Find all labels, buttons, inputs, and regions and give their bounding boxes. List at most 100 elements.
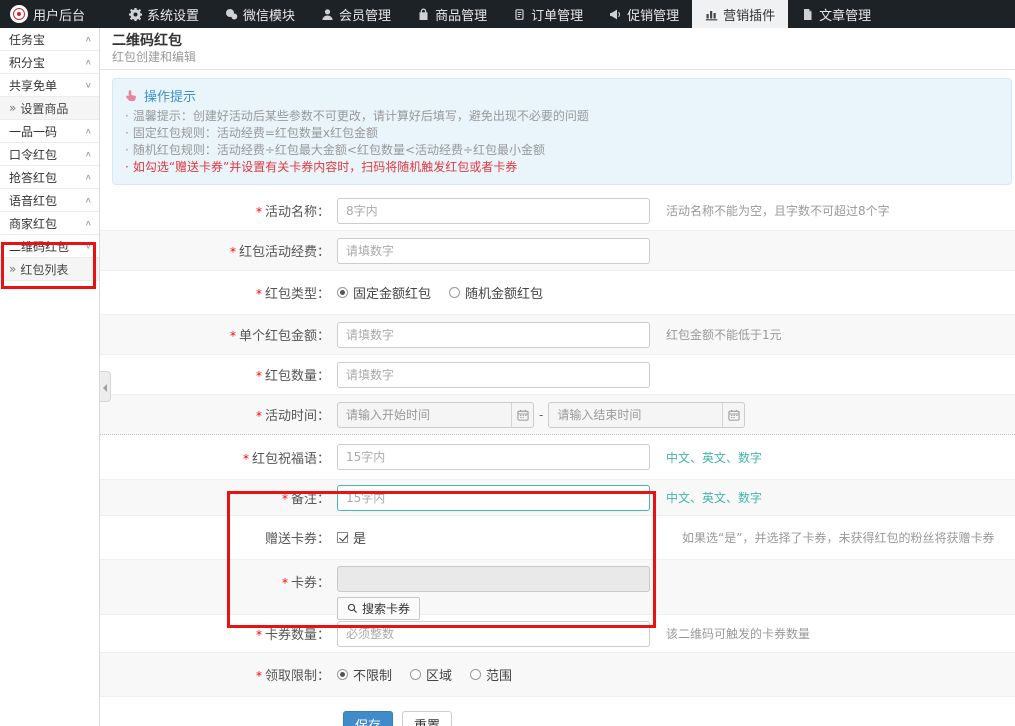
field-label: 活动名称： [265, 205, 330, 220]
app-logo-icon [10, 5, 28, 23]
radio-no-limit[interactable]: 不限制 [337, 665, 392, 684]
nav-item-order-management[interactable]: 订单管理 [500, 0, 596, 28]
wechat-icon [225, 8, 238, 21]
form-row-packet-type: *红包类型： 固定金额红包 随机金额红包 [100, 271, 1015, 315]
tips-line: ·固定红包规则：活动经费=红包数量x红包金额 [125, 125, 999, 142]
field-label: 红包数量： [265, 369, 330, 384]
required-mark: * [256, 287, 262, 301]
date-range-separator: - [539, 408, 543, 422]
operation-tips-panel: 操作提示 ·温馨提示：创建好活动后某些参数不可更改，请计算好后填写，避免出现不必… [112, 78, 1012, 185]
radio-region[interactable]: 区域 [410, 665, 452, 684]
calendar-icon[interactable] [722, 403, 744, 427]
sidebar-item-task-treasure[interactable]: 任务宝 ∧ [0, 28, 99, 51]
radio-icon [470, 669, 481, 680]
nav-item-label: 订单管理 [531, 5, 583, 24]
nav-item-label: 文章管理 [819, 5, 871, 24]
blessing-input[interactable] [337, 444, 650, 470]
page-header: 二维码红包 红包创建和编辑 [100, 28, 1015, 70]
sidebar-item-merchant-redpacket[interactable]: 商家红包 ∧ [0, 212, 99, 235]
sidebar-item-label: 商家红包 [9, 215, 57, 232]
gift-card-checkbox[interactable] [337, 532, 348, 543]
tips-line: ·随机红包规则：活动经费÷红包最大金额<红包数量<活动经费÷红包最小金额 [125, 142, 999, 159]
required-mark: * [282, 492, 288, 506]
form-row-card: *卡券： 搜索卡券 [100, 560, 1015, 615]
sidebar-collapse-handle[interactable] [100, 371, 111, 402]
activity-name-input[interactable] [337, 198, 650, 224]
sub-item-arrow-icon: » [9, 101, 16, 115]
nav-item-user-backend[interactable]: 用户后台 [0, 0, 98, 28]
field-label: 领取限制： [265, 669, 330, 684]
sidebar-item-one-item-one-code[interactable]: 一品一码 ∧ [0, 120, 99, 143]
form-row-quantity: *红包数量： [100, 355, 1015, 395]
sidebar: 任务宝 ∧ 积分宝 ∧ 共享免单 ∨ » 设置商品 一品一码 ∧ 口令红包 ∧ … [0, 28, 100, 726]
radio-icon [449, 287, 460, 298]
nav-item-label: 促销管理 [627, 5, 679, 24]
radio-random-amount[interactable]: 随机金额红包 [449, 283, 543, 302]
sidebar-item-set-product[interactable]: » 设置商品 [0, 97, 99, 120]
budget-input[interactable] [337, 238, 650, 264]
nav-item-label: 用户后台 [33, 5, 85, 24]
required-mark: * [256, 205, 262, 219]
sidebar-item-label: 语音红包 [9, 192, 57, 209]
main-content: 二维码红包 红包创建和编辑 操作提示 ·温馨提示：创建好活动后某些参数不可更改，… [100, 28, 1015, 726]
required-mark: * [256, 409, 262, 423]
radio-fixed-amount[interactable]: 固定金额红包 [337, 283, 431, 302]
sidebar-item-points-treasure[interactable]: 积分宝 ∧ [0, 51, 99, 74]
nav-item-wechat-module[interactable]: 微信模块 [212, 0, 308, 28]
sidebar-item-label: 二维码红包 [9, 238, 69, 255]
sidebar-item-password-redpacket[interactable]: 口令红包 ∧ [0, 143, 99, 166]
calendar-icon[interactable] [511, 403, 533, 427]
chevron-up-icon: ∧ [85, 35, 92, 44]
nav-item-promotion-management[interactable]: 促销管理 [596, 0, 692, 28]
sidebar-item-label: 口令红包 [9, 146, 57, 163]
chevron-up-icon: ∧ [85, 173, 92, 182]
sidebar-item-label: 一品一码 [9, 123, 57, 140]
card-quantity-input[interactable] [337, 621, 650, 647]
sidebar-item-qrcode-redpacket[interactable]: 二维码红包 ∨ [0, 235, 99, 258]
chevron-down-icon: ∨ [85, 81, 92, 90]
radio-icon [410, 669, 421, 680]
sidebar-item-voice-redpacket[interactable]: 语音红包 ∧ [0, 189, 99, 212]
sidebar-item-shared-free-order[interactable]: 共享免单 ∨ [0, 74, 99, 97]
field-label: 卡券： [291, 576, 330, 591]
page-subtitle: 红包创建和编辑 [112, 50, 1015, 64]
sidebar-item-label: 红包列表 [20, 261, 68, 278]
chevron-up-icon: ∧ [85, 150, 92, 159]
sidebar-item-label: 任务宝 [9, 31, 45, 48]
top-navbar: 用户后台 系统设置 微信模块 会员管理 商品管理 订单管理 促销管理 营销插件 … [0, 0, 1015, 28]
redpacket-form: *活动名称： 活动名称不能为空，且字数不可超过8个字 *红包活动经费： *红包类… [100, 191, 1015, 726]
nav-item-label: 会员管理 [339, 5, 391, 24]
field-label: 活动时间： [265, 409, 330, 424]
chevron-up-icon: ∧ [85, 127, 92, 136]
nav-item-system-settings[interactable]: 系统设置 [116, 0, 212, 28]
field-label: 红包活动经费： [239, 245, 330, 260]
start-time-input[interactable] [338, 408, 511, 422]
tips-title: 操作提示 [144, 86, 196, 105]
single-amount-input[interactable] [337, 322, 650, 348]
field-label: 卡券数量： [265, 628, 330, 643]
checkbox-label: 是 [353, 528, 366, 547]
user-icon [321, 8, 334, 21]
sidebar-item-quiz-redpacket[interactable]: 抢答红包 ∧ [0, 166, 99, 189]
nav-item-product-management[interactable]: 商品管理 [404, 0, 500, 28]
save-button[interactable]: 保存 [343, 711, 393, 726]
search-icon [347, 603, 358, 614]
remark-input[interactable] [337, 485, 650, 511]
search-card-button[interactable]: 搜索卡券 [337, 597, 420, 620]
required-mark: * [256, 628, 262, 642]
reset-button[interactable]: 重置 [402, 711, 452, 726]
nav-item-article-management[interactable]: 文章管理 [788, 0, 884, 28]
nav-item-marketing-plugins[interactable]: 营销插件 [692, 0, 788, 28]
quantity-input[interactable] [337, 362, 650, 388]
end-time-field [548, 402, 745, 428]
required-mark: * [256, 369, 262, 383]
chevron-up-icon: ∧ [85, 196, 92, 205]
chevron-up-icon: ∧ [85, 219, 92, 228]
end-time-input[interactable] [549, 408, 722, 422]
form-row-claim-limit: *领取限制： 不限制 区域 范围 [100, 653, 1015, 697]
sidebar-item-redpacket-list[interactable]: » 红包列表 [0, 258, 99, 281]
form-row-blessing: *红包祝福语： 中文、英文、数字 [100, 435, 1015, 480]
required-mark: * [230, 245, 236, 259]
nav-item-member-management[interactable]: 会员管理 [308, 0, 404, 28]
radio-range[interactable]: 范围 [470, 665, 512, 684]
